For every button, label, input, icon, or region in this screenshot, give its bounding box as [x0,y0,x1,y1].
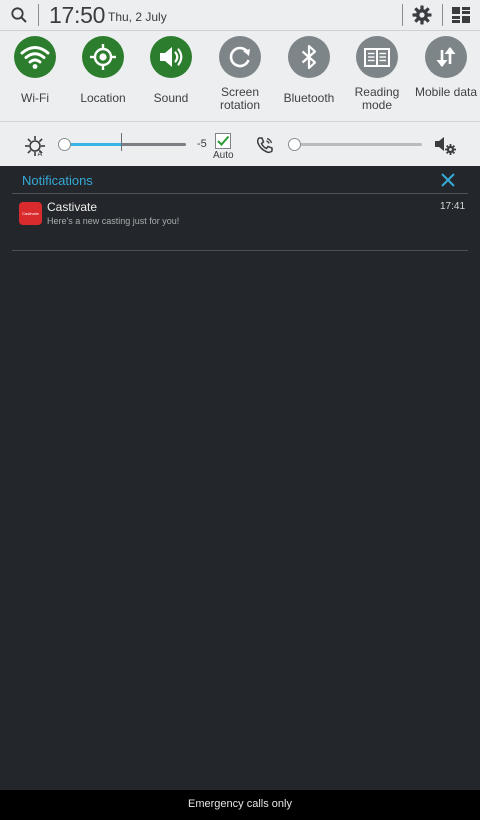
toggle-location[interactable]: Location [68,36,138,105]
notification-text: Here's a new casting just for you! [47,216,180,226]
bottom-status-bar: Emergency calls only [0,790,480,820]
toggle-label: Sound [153,91,189,105]
status-bar: 17:50 Thu, 2 July [0,0,480,31]
castivate-app-icon: Castivate [19,202,42,225]
brightness-auto-icon: A [25,136,45,157]
brightness-divider [121,133,122,151]
volume-slider-thumb[interactable] [287,138,301,151]
volume-slider[interactable] [287,138,422,151]
svg-text:A: A [38,151,43,157]
bluetooth-icon [301,44,317,70]
volume-settings-icon[interactable] [433,134,457,156]
call-volume-icon [256,137,273,154]
toggle-label: Location [80,91,126,105]
date: Thu, 2 July [108,10,167,24]
notification-time: 17:41 [440,201,466,212]
auto-brightness-checkbox[interactable] [215,133,231,149]
notifications-header: Notifications [12,166,468,194]
search-icon[interactable] [10,6,28,24]
edit-tiles-icon[interactable] [451,5,471,25]
rotation-icon [229,46,250,68]
toggle-circle[interactable] [425,36,467,78]
toggle-circle[interactable] [356,36,398,78]
quick-toggles: Wi-Fi Location Sound Screen rotation Blu… [0,36,480,116]
notifications-title: Notifications [22,173,93,188]
notification-item[interactable]: Castivate Castivate Here's a new casting… [12,194,468,251]
book-icon [364,48,390,67]
divider [402,4,403,26]
toggle-circle[interactable] [82,36,124,78]
app-icon-text: Castivate [22,211,39,216]
toggle-label: Reading mode [354,85,400,112]
divider [38,4,39,26]
brightness-slider[interactable] [58,138,186,151]
toggle-sound[interactable]: Sound [136,36,206,105]
toggle-label: Mobile data [414,85,478,99]
location-icon [90,44,116,70]
divider [442,4,443,26]
toggle-bluetooth[interactable]: Bluetooth [274,36,344,105]
mobile-data-icon [436,47,456,67]
toggle-circle[interactable] [288,36,330,78]
toggle-circle[interactable] [14,36,56,78]
wifi-icon [20,46,50,69]
clock: 17:50 [49,2,106,28]
notification-app-name: Castivate [47,200,98,214]
gear-icon[interactable] [411,4,433,26]
toggle-circle[interactable] [150,36,192,78]
auto-brightness-label: Auto [213,150,234,161]
close-icon[interactable] [440,172,456,188]
quick-panel: 17:50 Thu, 2 July Wi-Fi Location Sound S… [0,0,480,166]
toggle-screen-rotation[interactable]: Screen rotation [205,36,275,112]
toggle-label: Screen rotation [219,85,261,112]
toggle-wifi[interactable]: Wi-Fi [0,36,70,105]
brightness-slider-thumb[interactable] [58,138,72,151]
sound-icon [160,47,183,67]
toggle-label: Bluetooth [283,91,335,105]
toggle-label: Wi-Fi [21,91,49,105]
toggle-mobile-data[interactable]: Mobile data [411,36,480,99]
toggle-circle[interactable] [219,36,261,78]
emergency-calls-text: Emergency calls only [188,798,292,810]
toggle-reading-mode[interactable]: Reading mode [342,36,412,112]
brightness-value: -5 [197,138,207,150]
brightness-volume-row: A -5 Auto [0,121,480,167]
checkmark-icon [217,135,230,146]
